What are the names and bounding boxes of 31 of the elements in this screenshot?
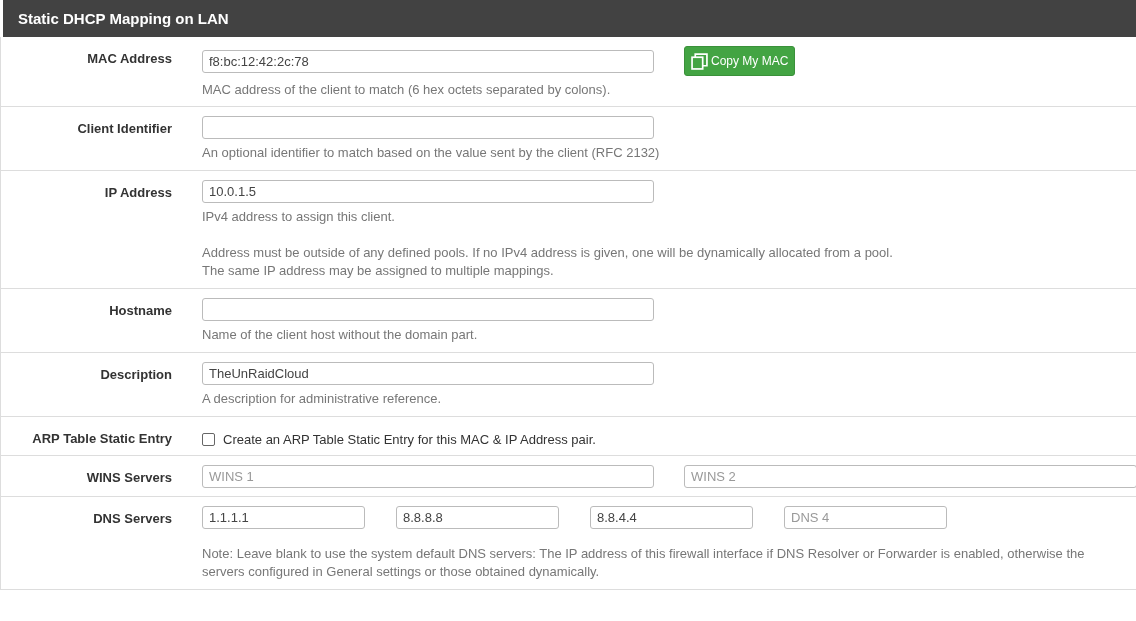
field-label: Description <box>99 366 173 384</box>
field-label: WINS Servers <box>85 469 173 487</box>
text-field[interactable]: DNS 4 <box>784 506 947 529</box>
help-text: Address must be outside of any defined pools. If no IPv4 address is given, one will be dynamically allocated from a pool. <box>202 244 894 262</box>
text-field[interactable]: 10.0.1.5 <box>202 180 654 203</box>
field-label: DNS Servers <box>92 510 173 528</box>
help-text: IPv4 address to assign this client. <box>202 208 396 226</box>
field-label: Client Identifier <box>76 120 173 138</box>
help-text: Note: Leave blank to use the system default DNS servers: The IP address of this firewall interface if DNS Resolver or Forwarder is enabled, otherwise the servers configured in General settings or those obtained dynamically. <box>202 545 1086 581</box>
panel-title: Static DHCP Mapping on LAN <box>18 10 229 27</box>
text-field[interactable]: WINS 1 <box>202 465 654 488</box>
help-text: MAC address of the client to match (6 hex octets separated by colons). <box>202 81 612 99</box>
help-text: Name of the client host without the domain part. <box>202 326 479 344</box>
help-text: The same IP address may be assigned to multiple mappings. <box>202 262 555 280</box>
text-field[interactable] <box>202 116 654 139</box>
text-field[interactable]: 8.8.8.8 <box>396 506 559 529</box>
checkbox-label: Create an ARP Table Static Entry for this MAC & IP Address pair. <box>223 432 596 447</box>
field-label: ARP Table Static Entry <box>31 430 173 447</box>
field-label: IP Address <box>103 184 173 202</box>
text-field[interactable]: WINS 2 <box>684 465 1136 488</box>
text-field[interactable]: 1.1.1.1 <box>202 506 365 529</box>
checkbox[interactable] <box>202 433 215 446</box>
text-field[interactable]: TheUnRaidCloud <box>202 362 654 385</box>
text-field[interactable] <box>202 298 654 321</box>
text-field[interactable]: 8.8.4.4 <box>590 506 753 529</box>
field-label: MAC Address <box>86 50 173 68</box>
field-label: Hostname <box>108 302 173 320</box>
help-text: An optional identifier to match based on the value sent by the client (RFC 2132) <box>202 144 661 162</box>
help-text: A description for administrative reference. <box>202 390 443 408</box>
text-field[interactable]: f8:bc:12:42:2c:78 <box>202 49 654 73</box>
copy-icon <box>691 52 708 70</box>
